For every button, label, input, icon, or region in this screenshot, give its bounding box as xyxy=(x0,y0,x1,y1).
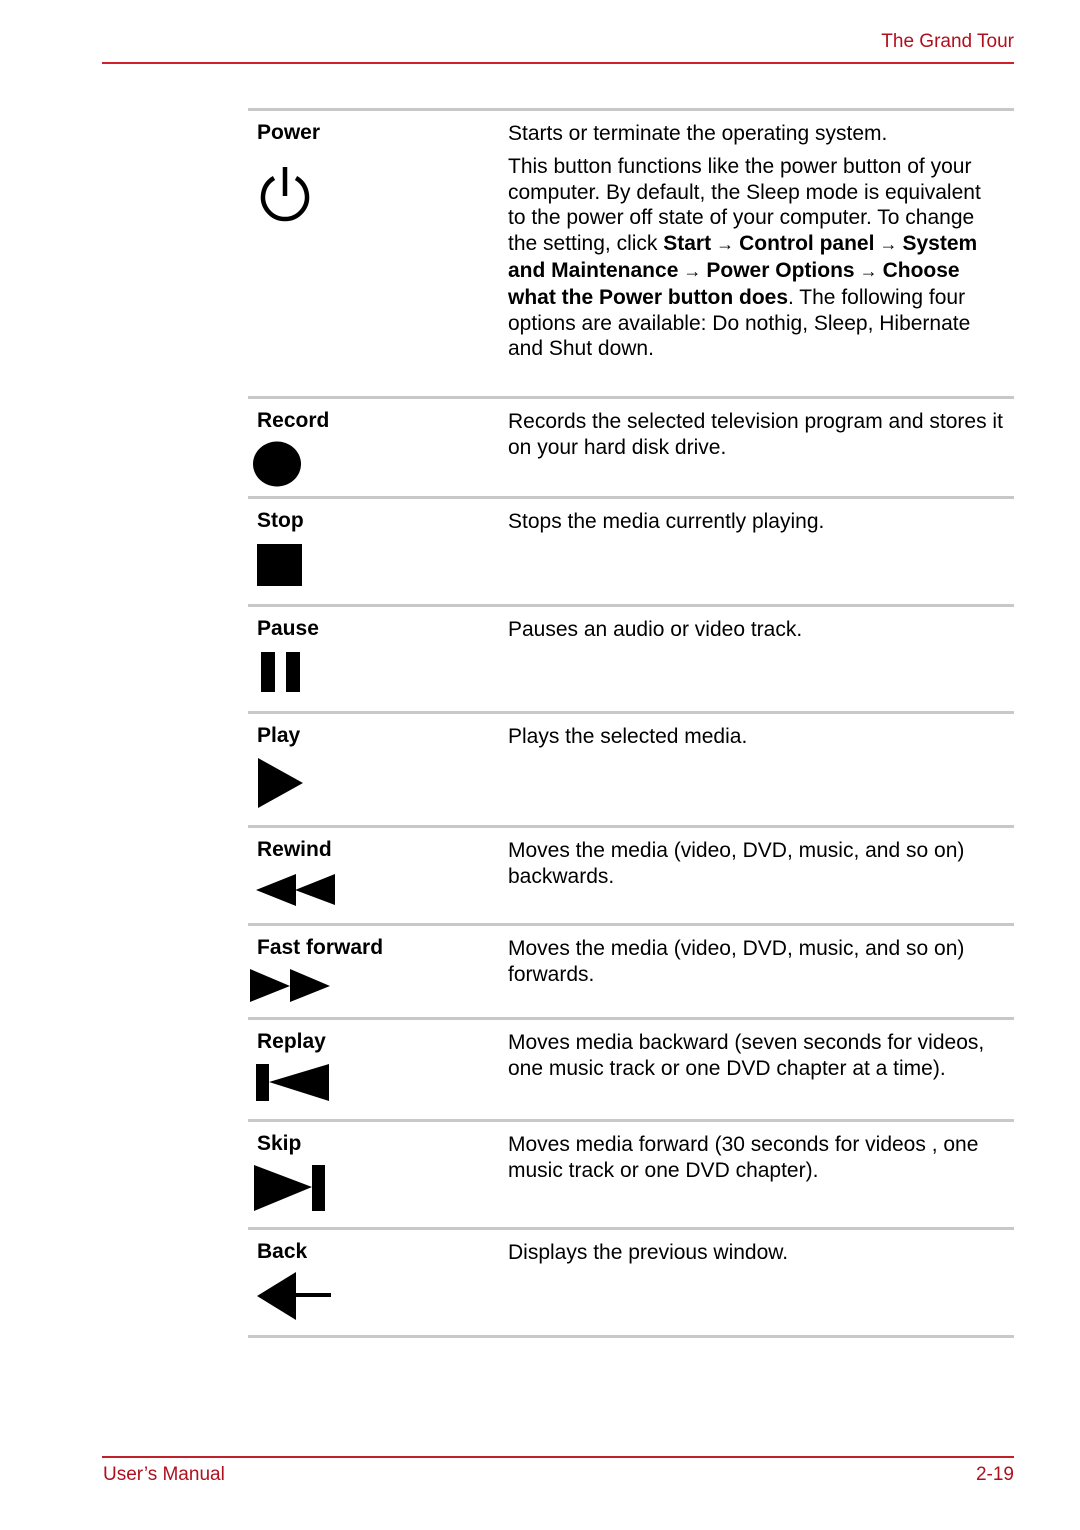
term-label: Pause xyxy=(257,617,319,640)
term-label: Back xyxy=(257,1240,308,1263)
description-text: Moves media backward (seven seconds for … xyxy=(508,1031,985,1080)
description-text: Moves the media (video, DVD, music, and … xyxy=(508,839,965,888)
table-row-power: Power Starts or terminate the operating … xyxy=(248,111,1014,399)
term-cell: Back xyxy=(248,1230,508,1335)
term-label: Record xyxy=(257,409,330,432)
term-label: Fast forward xyxy=(257,936,384,959)
description-cell: Moves media forward (30 seconds for vide… xyxy=(508,1122,1014,1227)
arrow-separator: → xyxy=(711,234,740,255)
running-header-title: The Grand Tour xyxy=(881,31,1014,52)
description-cell: Records the selected television program … xyxy=(508,399,1014,496)
table-row-replay: Replay Moves media backward (seven secon… xyxy=(248,1020,1014,1122)
table-row-fast-forward: Fast forward Moves the media (video, DVD… xyxy=(248,926,1014,1020)
rewind-icon xyxy=(256,874,336,906)
description-cell: Starts or terminate the operating system… xyxy=(508,111,1014,396)
term-label: Stop xyxy=(257,509,304,532)
remote-buttons-table: Power Starts or terminate the operating … xyxy=(248,108,1014,1338)
description-cell: Displays the previous window. xyxy=(508,1230,1014,1335)
description-cell: Plays the selected media. xyxy=(508,714,1014,825)
table-row-play: Play Plays the selected media. xyxy=(248,714,1014,828)
description-cell: Pauses an audio or video track. xyxy=(508,607,1014,711)
term-cell: Record xyxy=(248,399,508,496)
pause-icon xyxy=(261,652,301,693)
record-icon xyxy=(253,441,303,487)
term-cell: Play xyxy=(248,714,508,825)
description-text: Moves media forward (30 seconds for vide… xyxy=(508,1133,979,1182)
power-icon xyxy=(257,166,313,222)
menu-path-start: Start xyxy=(663,232,712,256)
arrow-separator: → xyxy=(874,234,903,255)
term-cell: Fast forward xyxy=(248,926,508,1017)
description-text: Pauses an audio or video track. xyxy=(508,618,803,641)
footer-manual-title: User’s Manual xyxy=(103,1464,225,1485)
description-text: Plays the selected media. xyxy=(508,725,748,748)
table-row-record: Record Records the selected television p… xyxy=(248,399,1014,499)
description-cell: Moves the media (video, DVD, music, and … xyxy=(508,828,1014,923)
table-row-stop: Stop Stops the media currently playing. xyxy=(248,499,1014,607)
term-cell: Replay xyxy=(248,1020,508,1119)
term-cell: Pause xyxy=(248,607,508,711)
term-cell: Power xyxy=(248,111,508,396)
page-number: 2-19 xyxy=(975,1464,1014,1485)
description-cell: Moves media backward (seven seconds for … xyxy=(508,1020,1014,1119)
term-cell: Skip xyxy=(248,1122,508,1227)
description-text: Displays the previous window. xyxy=(508,1241,789,1264)
term-label: Power xyxy=(257,121,321,144)
stop-icon xyxy=(257,544,302,587)
description-text: Records the selected television program … xyxy=(508,410,1003,459)
term-label: Replay xyxy=(257,1030,326,1053)
fast-forward-icon xyxy=(250,969,332,1003)
arrow-separator: → xyxy=(678,260,707,281)
description-text-detail: This button functions like the power but… xyxy=(508,154,1004,362)
back-arrow-icon xyxy=(257,1272,331,1320)
table-row-skip: Skip Moves media forward (30 seconds for… xyxy=(248,1122,1014,1230)
term-cell: Rewind xyxy=(248,828,508,923)
table-row-pause: Pause Pauses an audio or video track. xyxy=(248,607,1014,714)
description-cell: Stops the media currently playing. xyxy=(508,499,1014,604)
table-row-rewind: Rewind Moves the media (video, DVD, musi… xyxy=(248,828,1014,926)
term-cell: Stop xyxy=(248,499,508,604)
play-icon xyxy=(258,758,304,808)
term-label: Skip xyxy=(257,1132,302,1155)
menu-path-control-panel: Control panel xyxy=(739,232,875,256)
description-text: Stops the media currently playing. xyxy=(508,510,825,533)
term-label: Rewind xyxy=(257,838,332,861)
description-text: Moves the media (video, DVD, music, and … xyxy=(508,937,965,986)
skip-icon xyxy=(254,1165,326,1213)
description-cell: Moves the media (video, DVD, music, and … xyxy=(508,926,1014,1017)
term-label: Play xyxy=(257,724,301,747)
arrow-separator: → xyxy=(854,260,883,281)
menu-path-power-options: Power Options xyxy=(706,258,855,282)
replay-icon xyxy=(256,1064,330,1102)
table-row-back: Back Displays the previous window. xyxy=(248,1230,1014,1338)
footer-rule xyxy=(102,1456,1014,1458)
description-text: Starts or terminate the operating system… xyxy=(508,122,888,145)
header-rule xyxy=(102,62,1014,64)
